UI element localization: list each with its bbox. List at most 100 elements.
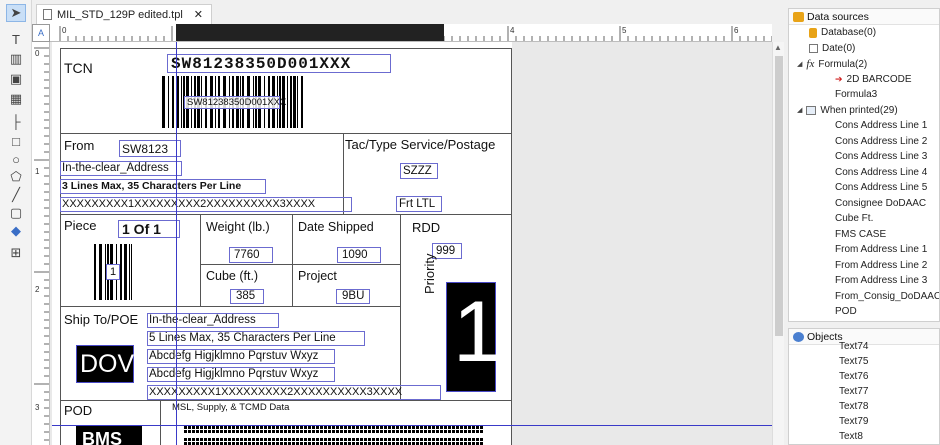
divider: [160, 400, 161, 445]
barcode-module: [348, 430, 351, 433]
ship-to-x-line-field[interactable]: XXXXXXXXX1XXXXXXXXX2XXXXXXXXXX3XXXX: [147, 385, 441, 400]
scroll-up-icon[interactable]: ▲: [774, 43, 782, 52]
barcode-tool-icon[interactable]: ▥: [6, 50, 26, 68]
barcode-module: [392, 426, 395, 429]
text-tool-icon[interactable]: T: [6, 30, 26, 48]
grid-tool-icon[interactable]: ⊞: [6, 244, 26, 262]
object-item[interactable]: Text77: [839, 386, 868, 397]
barcode-module: [328, 438, 331, 441]
data-source-item[interactable]: From Address Line 2: [835, 260, 927, 271]
expand-icon[interactable]: ◢: [797, 60, 802, 68]
from-address-field[interactable]: In-the-clear_Address: [60, 161, 182, 176]
from-lines-hint-field[interactable]: 3 Lines Max, 35 Characters Per Line: [60, 179, 266, 194]
object-item[interactable]: Text8: [839, 431, 863, 442]
fill-tool-icon[interactable]: ◆: [6, 222, 26, 240]
data-source-item[interactable]: Date(0): [809, 43, 855, 54]
data-source-item[interactable]: Cons Address Line 2: [835, 136, 927, 147]
object-item[interactable]: Text74: [839, 341, 868, 352]
weight-value-field[interactable]: 7760: [229, 247, 273, 263]
barcode-module: [212, 426, 215, 429]
data-source-item[interactable]: Cons Address Line 3: [835, 151, 927, 162]
from-value-field[interactable]: SW8123: [119, 140, 181, 157]
tcn-barcode[interactable]: SW81238350D001XXX: [162, 76, 306, 128]
tcn-value-field[interactable]: SW81238350D001XXX: [167, 54, 391, 73]
cube-value-field[interactable]: 385: [230, 289, 264, 304]
scrollbar-thumb[interactable]: [775, 56, 783, 336]
ship-to-address-field[interactable]: In-the-clear_Address: [147, 313, 279, 328]
divider: [60, 48, 61, 445]
ellipse-tool-icon[interactable]: ○: [6, 150, 26, 168]
object-item[interactable]: Text79: [839, 416, 868, 427]
barcode-module: [212, 430, 215, 433]
data-source-item[interactable]: Cube Ft.: [835, 213, 873, 224]
data-source-item[interactable]: POD: [835, 306, 857, 317]
polygon-tool-icon[interactable]: ⬠: [6, 168, 26, 186]
dov-box[interactable]: DOV: [76, 345, 134, 383]
data-source-item[interactable]: Consignee DoDAAC: [835, 198, 926, 209]
data-source-item[interactable]: ◢ When printed(29): [797, 105, 898, 116]
barcode-module: [344, 426, 347, 429]
data-source-item[interactable]: ➔ 2D BARCODE: [835, 74, 912, 85]
bottom-box[interactable]: BMS: [76, 426, 142, 445]
barcode-module: [416, 438, 419, 441]
selection-guide-horizontal: [52, 425, 772, 426]
object-item[interactable]: Text75: [839, 356, 868, 367]
data-source-label: Formula3: [835, 89, 878, 100]
piece-value-field[interactable]: 1 Of 1: [118, 220, 180, 238]
ruler-unit-button[interactable]: A: [32, 24, 50, 42]
data-source-label: Date(0): [822, 42, 856, 54]
barcode-module: [280, 426, 283, 429]
design-canvas[interactable]: TCN SW81238350D001XXX SW81238350D001XXX …: [50, 42, 772, 445]
diagonal-line-tool-icon[interactable]: ╱: [6, 186, 26, 204]
object-item[interactable]: Text78: [839, 401, 868, 412]
barcode-bar: [129, 244, 130, 300]
pointer-tool-icon[interactable]: ➤: [6, 4, 26, 22]
barcode-module: [384, 438, 387, 441]
project-value-field[interactable]: 9BU: [336, 289, 370, 304]
data-source-item[interactable]: Database(0): [809, 27, 876, 38]
barcode-module: [272, 426, 275, 429]
data-source-item[interactable]: From Address Line 1: [835, 244, 927, 255]
label-page[interactable]: TCN SW81238350D001XXX SW81238350D001XXX …: [52, 42, 772, 445]
barcode-module: [344, 430, 347, 433]
barcode-module: [436, 430, 439, 433]
data-source-item[interactable]: FMS CASE: [835, 229, 886, 240]
barcode-module: [384, 426, 387, 429]
barcode-module: [268, 426, 271, 429]
tac-service-field[interactable]: Frt LTL: [396, 196, 442, 212]
barcode-module: [432, 426, 435, 429]
barcode-module: [260, 430, 263, 433]
canvas-vertical-scrollbar[interactable]: ▲: [772, 42, 784, 445]
data-source-item[interactable]: Cons Address Line 1: [835, 120, 927, 131]
rounded-rect-tool-icon[interactable]: ▢: [6, 204, 26, 222]
data-source-item[interactable]: Cons Address Line 4: [835, 167, 927, 178]
barcode-module: [304, 430, 307, 433]
barcode-module: [476, 426, 479, 429]
data-source-item[interactable]: From Address Line 3: [835, 275, 927, 286]
barcode-module: [204, 426, 207, 429]
expand-icon[interactable]: ◢: [797, 106, 802, 114]
data-source-item[interactable]: Cons Address Line 5: [835, 182, 927, 193]
data-source-item[interactable]: ◢ fx Formula(2): [797, 58, 867, 70]
data-source-item[interactable]: From_Consig_DoDAAC: [835, 291, 939, 302]
document-tab[interactable]: MIL_STD_129P edited.tpl ✕: [36, 4, 212, 24]
priority-value-box[interactable]: 1: [446, 282, 501, 392]
data-source-item[interactable]: Formula3: [835, 89, 877, 100]
ruler-number: 6: [734, 26, 739, 35]
barcode-module: [368, 426, 371, 429]
barcode-module: [348, 438, 351, 441]
line-tool-icon[interactable]: ├: [6, 112, 26, 130]
piece-barcode[interactable]: 1: [94, 244, 133, 300]
date-shipped-value-field[interactable]: 1090: [337, 247, 381, 263]
from-x-line-field[interactable]: XXXXXXXXX1XXXXXXXXX2XXXXXXXXXX3XXXX: [60, 197, 352, 212]
image-tool-icon[interactable]: ▣: [6, 70, 26, 88]
rectangle-tool-icon[interactable]: □: [6, 132, 26, 150]
rdd-label: RDD: [412, 220, 441, 235]
tac-value-field[interactable]: SZZZ: [400, 163, 438, 179]
close-tab-icon[interactable]: ✕: [194, 8, 203, 21]
table-icon: [806, 105, 817, 115]
barcode-module: [444, 426, 447, 429]
table-tool-icon[interactable]: ▦: [6, 90, 26, 108]
ship-to-hint-field[interactable]: 5 Lines Max, 35 Characters Per Line: [147, 331, 365, 346]
object-item[interactable]: Text76: [839, 371, 868, 382]
